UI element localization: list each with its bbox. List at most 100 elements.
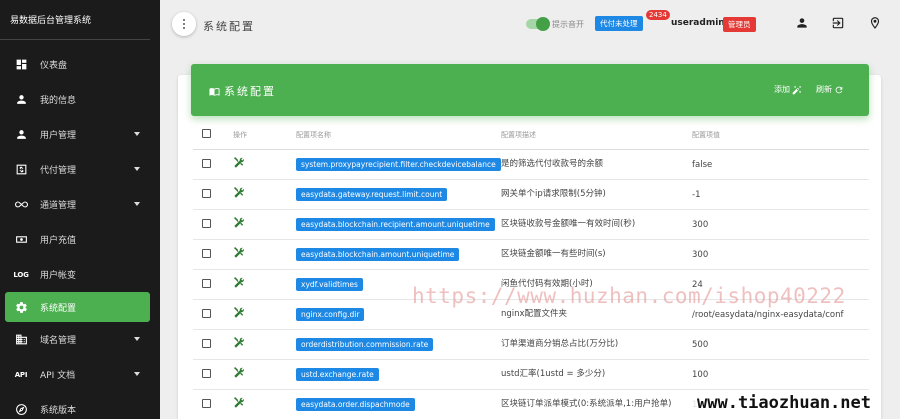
row-checkbox[interactable]: [202, 338, 211, 348]
config-value: 300: [692, 219, 709, 230]
row-checkbox[interactable]: [202, 278, 211, 288]
edit-tools-icon[interactable]: [233, 187, 245, 202]
edit-tools-icon[interactable]: [233, 217, 245, 232]
chevron-down-icon: [134, 167, 140, 171]
table-row: easydata.gateway.request.limit.count 网关单个…: [193, 180, 869, 210]
header-name: 配置项名称: [296, 130, 331, 139]
config-desc: 是的筛选代付收款号的余额: [501, 159, 604, 169]
sidebar-item-channel-management[interactable]: 通道管理: [0, 187, 160, 222]
config-value: 500: [692, 339, 709, 350]
config-key-tag: xydf.validtimes: [296, 278, 363, 291]
config-desc: ustd汇率(1ustd = 多少分): [501, 369, 606, 379]
header-op: 操作: [233, 130, 247, 139]
config-desc: 区块链收款号金额唯一有效时间(秒): [501, 219, 636, 229]
edit-tools-icon[interactable]: [233, 367, 245, 382]
sidebar-item-label: 系统版本: [40, 406, 77, 416]
row-checkbox[interactable]: [202, 398, 211, 408]
table-row: ustd.exchange.rate ustd汇率(1ustd = 多少分) 100: [193, 360, 869, 390]
row-checkbox[interactable]: [202, 248, 211, 258]
sidebar-item-domain-management[interactable]: 域名管理: [0, 322, 160, 357]
card-header: 系统配置 添加 刷新: [191, 64, 869, 116]
sidebar-item-system-version[interactable]: 系统版本: [0, 392, 160, 419]
config-desc: 区块链订单派单模式(0:系统派单,1:用户抢单): [501, 399, 672, 409]
sidebar-item-system-config[interactable]: 系统配置: [5, 292, 150, 322]
money-icon: [14, 233, 28, 247]
log-text-icon: LOG: [13, 270, 29, 279]
topbar: 系统配置 提示音开 代付未处理 2434 useradmin 管理员: [160, 0, 900, 48]
person-icon: [14, 128, 28, 142]
chevron-down-icon: [134, 372, 140, 376]
table-row: easydata.blockchain.amount.uniquetime 区块链…: [193, 240, 869, 270]
select-all-checkbox[interactable]: [202, 129, 211, 138]
table-row: easydata.blockchain.recipient.amount.uni…: [193, 210, 869, 240]
sidebar-item-label: 用户帐变: [40, 271, 77, 281]
row-checkbox[interactable]: [202, 308, 211, 318]
edit-tools-icon[interactable]: [233, 337, 245, 352]
sidebar-item-label: 域名管理: [40, 336, 77, 346]
edit-tools-icon[interactable]: [233, 247, 245, 262]
role-badge: 管理员: [723, 17, 756, 32]
chevron-down-icon: [134, 337, 140, 341]
sidebar-item-api-docs[interactable]: API API 文档: [0, 357, 160, 392]
sidebar-item-label: 代付管理: [40, 166, 77, 176]
book-icon: [209, 87, 220, 96]
more-menu-button[interactable]: [172, 12, 196, 36]
pending-count-badge: 2434: [646, 10, 670, 20]
username: useradmin: [671, 18, 725, 28]
gear-icon: [14, 300, 28, 314]
compass-icon: [14, 403, 28, 417]
person-icon: [14, 93, 28, 107]
sound-toggle-label: 提示音开: [552, 20, 584, 29]
sidebar-item-dashboard[interactable]: 仪表盘: [0, 47, 160, 82]
sidebar-item-label: API 文档: [40, 371, 76, 381]
row-checkbox[interactable]: [202, 218, 211, 228]
sidebar-item-user-management[interactable]: 用户管理: [0, 117, 160, 152]
watermark-primary: https://www.huzhan.com/ishop40222: [412, 284, 846, 308]
add-button[interactable]: 添加: [774, 84, 802, 95]
edit-tools-icon[interactable]: [233, 277, 245, 292]
config-value: false: [692, 159, 713, 170]
infinity-icon: [14, 198, 28, 212]
sidebar-item-my-info[interactable]: 我的信息: [0, 82, 160, 117]
card-title: 系统配置: [209, 83, 276, 99]
page-title: 系统配置: [203, 20, 255, 33]
api-text-icon: API: [14, 370, 28, 379]
config-key-tag: easydata.order.dispachmode: [296, 398, 415, 411]
edit-tools-icon[interactable]: [233, 157, 245, 172]
config-value: -1: [692, 189, 701, 200]
sound-toggle[interactable]: [526, 17, 550, 31]
row-checkbox[interactable]: [202, 188, 211, 198]
config-key-tag: nginx.config.dir: [296, 308, 365, 321]
sidebar-item-user-balance-log[interactable]: LOG 用户帐变: [0, 257, 160, 292]
config-key-tag: easydata.blockchain.amount.uniquetime: [296, 248, 460, 261]
config-key-tag: easydata.blockchain.recipient.amount.uni…: [296, 218, 495, 231]
config-value: /root/easydata/nginx-easydata/conf: [692, 309, 844, 320]
sidebar-item-label: 仪表盘: [40, 61, 68, 71]
sidebar-item-user-recharge[interactable]: 用户充值: [0, 222, 160, 257]
config-desc: nginx配置文件夹: [501, 309, 568, 319]
sidebar-item-label: 系统配置: [40, 303, 77, 314]
sidebar-nav: 仪表盘 我的信息 用户管理 代付管理 通道管理 用户充值 LOG 用户帐变 系统…: [0, 40, 160, 419]
edit-tools-icon[interactable]: [233, 397, 245, 412]
edit-tools-icon[interactable]: [233, 307, 245, 322]
sidebar-item-label: 用户管理: [40, 131, 77, 141]
refresh-button[interactable]: 刷新: [816, 84, 844, 95]
config-key-tag: ustd.exchange.rate: [296, 368, 379, 381]
logout-icon[interactable]: [831, 16, 845, 30]
dollar-box-icon: [14, 163, 28, 177]
pending-payout-button[interactable]: 代付未处理: [595, 16, 643, 31]
building-icon: [14, 333, 28, 347]
config-table: 操作 配置项名称 配置项描述 配置项值 system.proxypayrecip…: [193, 120, 869, 419]
row-checkbox[interactable]: [202, 368, 211, 378]
header-value: 配置项值: [692, 130, 720, 139]
sidebar-item-payout-management[interactable]: 代付管理: [0, 152, 160, 187]
row-checkbox[interactable]: [202, 158, 211, 168]
table-row: orderdistribution.commission.rate 订单渠道商分销…: [193, 330, 869, 360]
chevron-down-icon: [134, 132, 140, 136]
config-key-tag: easydata.gateway.request.limit.count: [296, 188, 448, 201]
config-desc: 网关单个ip请求限制(5分钟): [501, 189, 606, 199]
config-desc: 订单渠道商分销总占比(万分比): [501, 339, 619, 349]
account-icon[interactable]: [795, 16, 809, 30]
watermark-secondary: www.tiaozhuan.net: [693, 391, 875, 415]
location-icon[interactable]: [868, 16, 882, 30]
